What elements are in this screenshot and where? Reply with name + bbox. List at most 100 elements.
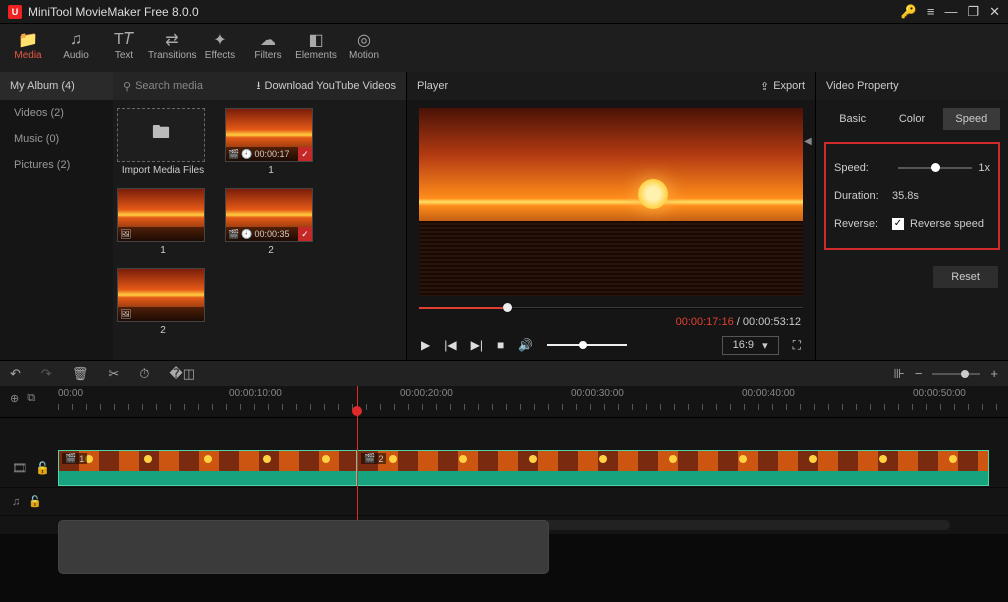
media-thumb[interactable]: 🖼	[117, 188, 205, 242]
collapse-caret-icon[interactable]: ◀	[804, 136, 812, 147]
download-icon[interactable]: ⭳	[257, 77, 261, 96]
timeline-scrollbar[interactable]	[58, 520, 950, 530]
image-icon: 🖼	[120, 309, 131, 320]
ruler-tick: 00:00	[58, 388, 83, 399]
album-header: My Album (4)	[0, 72, 113, 100]
player-title: Player	[417, 80, 448, 92]
redo-button[interactable]: ↷	[41, 366, 52, 382]
undo-button[interactable]: ↶	[10, 366, 21, 382]
clip-icon: 🎬	[65, 453, 76, 464]
ribbon-tab-motion[interactable]: ◎Motion	[340, 28, 388, 72]
ribbon-tab-elements[interactable]: ◧Elements	[292, 28, 340, 72]
ruler-tick: 00:00:30:00	[571, 388, 624, 399]
search-icon: ⚲	[123, 80, 131, 93]
media-caption: 1	[117, 245, 209, 256]
duration-value: 35.8s	[892, 190, 919, 202]
menu-icon[interactable]: ≡	[927, 4, 935, 19]
play-button[interactable]: ▶	[421, 338, 430, 352]
fullscreen-button[interactable]: ⛶	[793, 338, 801, 353]
volume-icon[interactable]: 🔊	[518, 338, 533, 352]
import-label: Import Media Files	[117, 165, 209, 176]
filters-icon: ☁	[244, 30, 292, 50]
playhead-line[interactable]	[357, 386, 358, 534]
selected-check[interactable]: ✓	[298, 227, 312, 241]
tab-color[interactable]: Color	[883, 108, 940, 130]
elements-icon: ◧	[292, 30, 340, 50]
app-title: MiniTool MovieMaker Free 8.0.0	[28, 5, 891, 19]
delete-button[interactable]: 🗑	[72, 366, 89, 382]
search-input[interactable]: Search media	[135, 80, 203, 92]
media-icon: 📁	[4, 30, 52, 50]
motion-icon: ◎	[340, 30, 388, 50]
ribbon-tab-filters[interactable]: ☁Filters	[244, 28, 292, 72]
ruler-tick: 00:00:10:00	[229, 388, 282, 399]
add-track-icon[interactable]: ⊕	[10, 392, 19, 405]
total-time: 00:00:53:12	[743, 316, 801, 334]
zoom-out-button[interactable]: −	[915, 366, 923, 381]
media-thumb[interactable]: 🎬🕘00:00:35✓	[225, 188, 313, 242]
selected-check[interactable]: ✓	[298, 147, 312, 161]
album-item[interactable]: Music (0)	[0, 126, 113, 152]
media-caption: 1	[225, 165, 317, 176]
prop-title: Video Property	[826, 80, 899, 92]
export-icon[interactable]: ⇪	[760, 80, 769, 93]
split-button[interactable]: ✂	[108, 366, 119, 382]
ribbon-tab-text[interactable]: T𝑇Text	[100, 28, 148, 72]
track-list-icon[interactable]: ⧉	[27, 392, 35, 405]
snap-icon[interactable]: ⊪	[893, 366, 904, 382]
speed-slider[interactable]	[898, 167, 972, 169]
album-item[interactable]: Videos (2)	[0, 100, 113, 126]
speed-tool-button[interactable]: ⏱	[139, 366, 149, 382]
import-media-slot[interactable]: 🖿	[117, 108, 205, 162]
media-thumb[interactable]: 🎬🕘00:00:17 ✓	[225, 108, 313, 162]
tab-basic[interactable]: Basic	[824, 108, 881, 130]
ribbon-tab-transitions[interactable]: ⇄Transitions	[148, 28, 196, 72]
transitions-icon: ⇄	[148, 30, 196, 50]
media-duration: 00:00:17	[254, 149, 289, 159]
reset-button[interactable]: Reset	[933, 266, 998, 288]
ribbon-tab-audio[interactable]: ♫Audio	[52, 28, 100, 72]
lock-icon[interactable]: 🔓	[28, 495, 42, 508]
audio-track-icon: ♫	[12, 496, 20, 508]
player-viewport[interactable]	[419, 108, 803, 296]
close-button[interactable]: ✕	[989, 4, 1000, 20]
next-button[interactable]: ▶|	[471, 338, 483, 352]
lock-icon[interactable]: 🔓	[35, 461, 50, 475]
time-sep: /	[734, 316, 743, 334]
duration-label: Duration:	[834, 190, 892, 202]
audio-icon: ♫	[52, 30, 100, 50]
export-button[interactable]: Export	[773, 80, 805, 92]
video-icon: 🎬	[228, 229, 239, 240]
crop-button[interactable]: �◫	[169, 366, 195, 382]
download-youtube[interactable]: Download YouTube Videos	[265, 80, 397, 92]
ribbon-tab-effects[interactable]: ✦Effects	[196, 28, 244, 72]
zoom-in-button[interactable]: +	[990, 366, 998, 381]
zoom-slider[interactable]	[932, 373, 980, 375]
album-item[interactable]: Pictures (2)	[0, 152, 113, 178]
ribbon-tab-media[interactable]: 📁Media	[4, 28, 52, 72]
prev-button[interactable]: |◀	[444, 338, 456, 352]
maximize-button[interactable]: ❐	[967, 4, 979, 20]
minimize-button[interactable]: —	[944, 4, 957, 19]
clock-icon: 🕘	[241, 149, 252, 160]
effects-icon: ✦	[196, 30, 244, 50]
player-progress[interactable]	[419, 300, 803, 316]
ruler-tick: 00:00:40:00	[742, 388, 795, 399]
media-thumb[interactable]: 🖼	[117, 268, 205, 322]
aspect-select[interactable]: 16:9 ▾	[722, 336, 779, 355]
tab-speed[interactable]: Speed	[943, 108, 1000, 130]
volume-slider[interactable]	[547, 344, 627, 346]
speed-value: 1x	[978, 162, 990, 174]
video-icon: 🎬	[228, 149, 239, 160]
stop-button[interactable]: ■	[497, 338, 504, 352]
clip-icon: 🎬	[364, 453, 375, 464]
current-time: 00:00:17:16	[676, 316, 734, 334]
timeline-clip[interactable]: 🎬1	[58, 450, 357, 486]
reverse-checkbox[interactable]: ✓	[892, 218, 904, 230]
image-icon: 🖼	[120, 229, 131, 240]
clock-icon: 🕘	[241, 229, 252, 240]
ruler-tick: 00:00:20:00	[400, 388, 453, 399]
reverse-text: Reverse speed	[910, 218, 984, 230]
timeline-clip[interactable]: 🎬2	[357, 450, 989, 486]
key-icon[interactable]: 🔑	[901, 4, 917, 20]
